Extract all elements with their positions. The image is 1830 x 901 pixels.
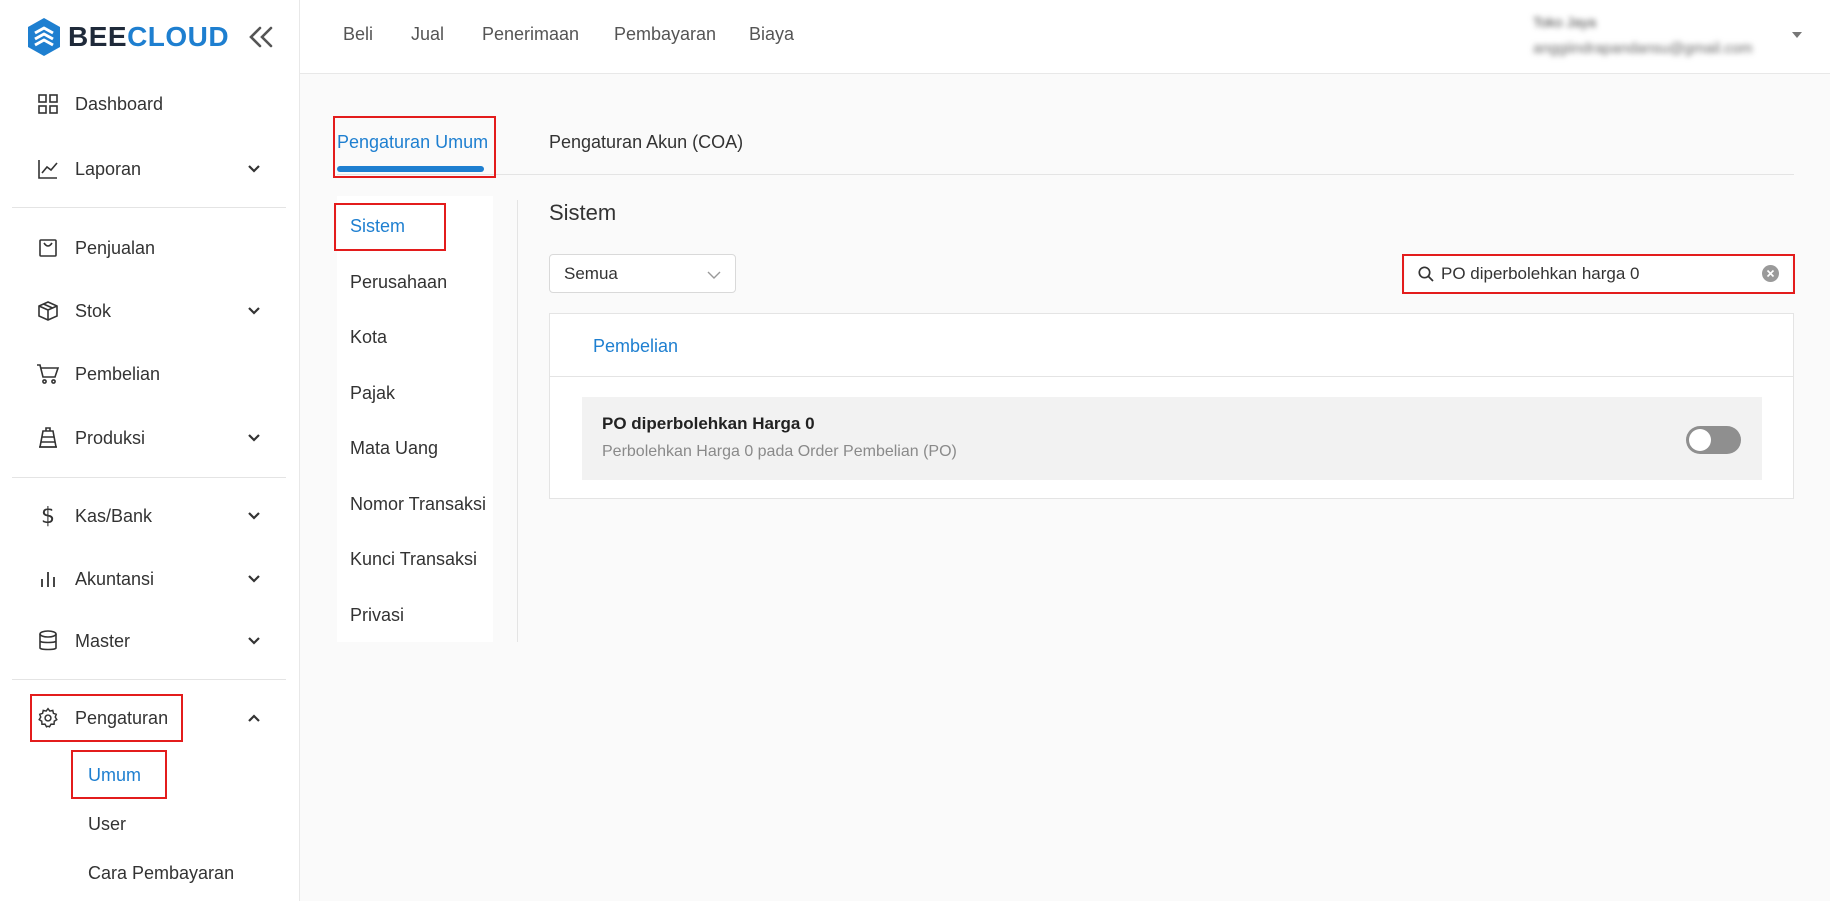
- tab-pengaturan-umum[interactable]: Pengaturan Umum: [337, 132, 488, 153]
- shopping-bag-icon: [36, 236, 60, 260]
- sidebar-item-stok[interactable]: Stok: [12, 287, 286, 335]
- setting-description: Perbolehkan Harga 0 pada Order Pembelian…: [602, 443, 957, 460]
- shopping-cart-icon: [36, 362, 60, 386]
- sidebar-item-label: Akuntansi: [75, 568, 155, 589]
- sidebar-item-label: Kas/Bank: [75, 505, 153, 526]
- sidebar-item-pengaturan[interactable]: Pengaturan: [12, 694, 286, 742]
- top-bar: Beli Jual Penerimaan Pembayaran Biaya To…: [300, 0, 1830, 74]
- settings-menu-sistem[interactable]: Sistem: [350, 216, 405, 237]
- toggle-knob: [1689, 429, 1711, 451]
- sidebar-item-label: Laporan: [75, 158, 142, 179]
- sidebar-item-produksi[interactable]: Produksi: [12, 414, 286, 462]
- sidebar-item-label: Dashboard: [75, 93, 164, 114]
- category-filter-select[interactable]: Semua: [549, 254, 736, 293]
- user-name[interactable]: Toko Jaya: [1533, 14, 1596, 30]
- setting-row-po-harga-0: PO diperbolehkan Harga 0 Perbolehkan Har…: [582, 397, 1762, 480]
- chevron-down-icon: [248, 575, 260, 583]
- sidebar-item-label: Pembelian: [75, 363, 161, 384]
- factory-icon: [36, 426, 60, 450]
- sidebar-item-kas-bank[interactable]: $ Kas/Bank: [12, 492, 286, 540]
- settings-menu-pajak[interactable]: Pajak: [350, 383, 395, 404]
- topnav-biaya[interactable]: Biaya: [749, 24, 794, 45]
- double-chevron-left-icon: [249, 26, 273, 48]
- settings-panel: Pembelian PO diperbolehkan Harga 0 Perbo…: [549, 313, 1794, 499]
- filter-selected-value: Semua: [564, 264, 618, 283]
- settings-menu-nomor-transaksi[interactable]: Nomor Transaksi: [350, 494, 486, 515]
- chevron-down-icon: [248, 637, 260, 645]
- active-tab-indicator: [337, 166, 484, 172]
- database-icon: [36, 629, 60, 653]
- tab-pengaturan-akun[interactable]: Pengaturan Akun (COA): [549, 132, 743, 153]
- sidebar-item-pembelian[interactable]: Pembelian: [12, 350, 286, 398]
- sidebar-item-label: Pengaturan: [75, 707, 169, 728]
- settings-search: [1405, 256, 1791, 292]
- sidebar-item-label: Master: [75, 630, 131, 651]
- sidebar-subitem-user[interactable]: User: [88, 814, 126, 835]
- chevron-down-icon: [248, 307, 260, 315]
- sidebar-item-label: Produksi: [75, 427, 146, 448]
- chevron-up-icon: [248, 714, 260, 722]
- sidebar-item-master[interactable]: Master: [12, 617, 286, 665]
- tabs-divider: [337, 174, 1794, 175]
- user-email[interactable]: anggiindrapandansu@gmail.com: [1533, 40, 1753, 57]
- settings-menu-divider: [517, 200, 518, 642]
- sidebar-divider: [12, 207, 286, 208]
- topnav-beli[interactable]: Beli: [343, 24, 373, 45]
- sidebar-subitem-cara-pembayaran[interactable]: Cara Pembayaran: [88, 863, 234, 884]
- settings-menu-perusahaan[interactable]: Perusahaan: [350, 272, 447, 293]
- settings-menu-privasi[interactable]: Privasi: [350, 605, 404, 626]
- gear-icon: [36, 706, 60, 730]
- chevron-down-icon: [248, 165, 260, 173]
- chevron-down-icon: [248, 512, 260, 520]
- user-menu-caret-icon[interactable]: [1792, 32, 1802, 38]
- setting-title: PO diperbolehkan Harga 0: [602, 414, 815, 433]
- brand-name: BEECLOUD: [68, 21, 230, 52]
- section-title: Sistem: [549, 200, 617, 225]
- panel-divider: [550, 376, 1793, 377]
- collapse-sidebar-button[interactable]: [246, 22, 276, 52]
- po-harga-0-toggle[interactable]: [1686, 426, 1741, 454]
- topnav-penerimaan[interactable]: Penerimaan: [482, 24, 579, 45]
- dollar-icon: $: [41, 503, 55, 529]
- chevron-down-icon: [248, 434, 260, 442]
- sidebar-item-akuntansi[interactable]: Akuntansi: [12, 555, 286, 603]
- sidebar-item-label: Penjualan: [75, 237, 156, 258]
- settings-menu: [337, 196, 493, 642]
- sidebar-subitem-umum[interactable]: Umum: [88, 765, 141, 786]
- sidebar: BEECLOUD Dashboard Laporan Penjualan Sto…: [0, 0, 300, 901]
- topnav-jual[interactable]: Jual: [411, 24, 444, 45]
- sidebar-item-label: Stok: [75, 300, 112, 321]
- settings-menu-kota[interactable]: Kota: [350, 327, 387, 348]
- dashboard-grid-icon: [36, 92, 60, 116]
- sidebar-item-dashboard[interactable]: Dashboard: [12, 80, 286, 128]
- line-chart-icon: [36, 157, 60, 181]
- chevron-down-icon: [707, 271, 721, 279]
- clear-search-icon[interactable]: [1762, 265, 1779, 282]
- sidebar-divider: [12, 477, 286, 478]
- search-icon: [1418, 266, 1434, 282]
- sidebar-item-penjualan[interactable]: Penjualan: [12, 224, 286, 272]
- box-icon: [36, 299, 60, 323]
- search-input[interactable]: [1441, 260, 1751, 288]
- sidebar-item-laporan[interactable]: Laporan: [12, 145, 286, 193]
- topnav-pembayaran[interactable]: Pembayaran: [614, 24, 716, 45]
- settings-menu-kunci-transaksi[interactable]: Kunci Transaksi: [350, 549, 477, 570]
- bar-chart-icon: [36, 567, 60, 591]
- sidebar-divider: [12, 679, 286, 680]
- panel-tab-pembelian[interactable]: Pembelian: [593, 336, 678, 357]
- settings-menu-mata-uang[interactable]: Mata Uang: [350, 438, 438, 459]
- beecloud-logo-icon: [28, 18, 60, 56]
